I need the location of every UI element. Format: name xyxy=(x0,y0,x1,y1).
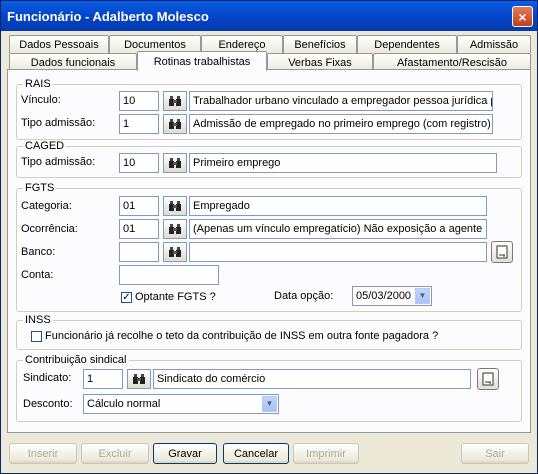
binoculars-icon xyxy=(169,224,181,234)
rais-tipo-admissao-search-button[interactable] xyxy=(163,114,187,134)
tab-dependentes[interactable]: Dependentes xyxy=(357,35,457,53)
binoculars-icon xyxy=(169,158,181,168)
document-icon xyxy=(496,245,508,259)
inss-teto-label: Funcionário já recolhe o teto da contrib… xyxy=(45,330,439,342)
rais-group-title: RAIS xyxy=(23,78,53,90)
binoculars-icon xyxy=(169,96,181,106)
ocorrencia-code-input[interactable]: 01 xyxy=(119,219,159,239)
window-title: Funcionário - Adalberto Molesco xyxy=(7,8,209,24)
tab-admissao[interactable]: Admissão xyxy=(457,35,531,53)
binoculars-icon xyxy=(133,374,145,384)
caged-tipo-admissao-search-button[interactable] xyxy=(163,153,187,173)
binoculars-icon xyxy=(169,119,181,129)
action-bar: Inserir Excluir Gravar Cancelar Imprimir… xyxy=(1,437,537,473)
sindicato-detail-button[interactable] xyxy=(477,368,499,390)
banco-code-input[interactable] xyxy=(119,242,159,262)
document-icon xyxy=(482,372,494,386)
optante-fgts-checkbox[interactable]: ✓ xyxy=(121,292,132,303)
chevron-down-icon[interactable]: ▼ xyxy=(262,396,277,412)
desconto-value: Cálculo normal xyxy=(87,398,161,410)
rais-tipo-admissao-label: Tipo admissão: xyxy=(21,117,96,129)
categoria-label: Categoria: xyxy=(21,200,72,212)
ocorrencia-label: Ocorrência: xyxy=(21,223,78,235)
data-opcao-input[interactable]: 05/03/2000 ▼ xyxy=(352,286,432,306)
contribuicao-sindical-group-title: Contribuição sindical xyxy=(23,354,129,366)
vinculo-code-input[interactable]: 10 xyxy=(119,91,159,111)
caged-tipo-admissao-description: Primeiro emprego xyxy=(189,153,497,173)
close-icon: × xyxy=(518,8,527,25)
inss-group-title: INSS xyxy=(23,314,53,326)
vinculo-label: Vínculo: xyxy=(21,94,61,106)
data-opcao-label: Data opção: xyxy=(274,290,334,302)
rais-tipo-admissao-code-input[interactable]: 1 xyxy=(119,114,159,134)
banco-search-button[interactable] xyxy=(163,242,187,262)
inserir-button[interactable]: Inserir xyxy=(9,443,77,464)
close-window-button[interactable]: × xyxy=(512,6,533,27)
tab-row-1: Dados Pessoais Documentos Endereço Benef… xyxy=(1,35,537,53)
fgts-group: FGTS Categoria: 01 Empregado Ocorrência:… xyxy=(16,182,522,312)
inss-group: INSS Funcionário já recolhe o teto da co… xyxy=(16,314,522,350)
desconto-select[interactable]: Cálculo normal ▼ xyxy=(83,394,279,414)
vinculo-description: Trabalhador urbano vinculado a empregado… xyxy=(189,91,493,111)
caged-tipo-admissao-code-input[interactable]: 10 xyxy=(119,153,159,173)
sindicato-code-input[interactable]: 1 xyxy=(83,369,123,389)
conta-label: Conta: xyxy=(21,269,54,281)
rais-group: RAIS Vínculo: 10 Trabalhador urbano vinc… xyxy=(16,78,522,140)
categoria-search-button[interactable] xyxy=(163,196,187,216)
title-bar: Funcionário - Adalberto Molesco × xyxy=(1,1,537,31)
categoria-code-input[interactable]: 01 xyxy=(119,196,159,216)
binoculars-icon xyxy=(169,201,181,211)
caged-group-title: CAGED xyxy=(23,140,67,152)
employee-window: Funcionário - Adalberto Molesco × Dados … xyxy=(0,0,538,474)
cancelar-button[interactable]: Cancelar xyxy=(223,443,289,464)
contribuicao-sindical-group: Contribuição sindical Sindicato: 1 Sindi… xyxy=(16,354,522,422)
inss-teto-checkbox[interactable] xyxy=(31,331,42,342)
tab-dados-pessoais[interactable]: Dados Pessoais xyxy=(9,35,109,53)
ocorrencia-description: (Apenas um vínculo empregatício) Não exp… xyxy=(189,219,487,239)
tab-panel: RAIS Vínculo: 10 Trabalhador urbano vinc… xyxy=(7,69,531,433)
caged-tipo-admissao-label: Tipo admissão: xyxy=(21,156,96,168)
sair-button[interactable]: Sair xyxy=(461,443,529,464)
vinculo-search-button[interactable] xyxy=(163,91,187,111)
sindicato-label: Sindicato: xyxy=(23,372,72,384)
rais-tipo-admissao-description: Admissão de empregado no primeiro empreg… xyxy=(189,114,493,134)
data-opcao-value: 05/03/2000 xyxy=(356,290,412,302)
tab-beneficios[interactable]: Benefícios xyxy=(283,35,357,53)
conta-input[interactable] xyxy=(119,265,219,285)
binoculars-icon xyxy=(169,247,181,257)
sindicato-description: Sindicato do comércio xyxy=(153,369,471,389)
sindicato-search-button[interactable] xyxy=(127,369,151,389)
banco-description xyxy=(189,242,487,262)
ocorrencia-search-button[interactable] xyxy=(163,219,187,239)
banco-detail-button[interactable] xyxy=(491,241,513,263)
gravar-button[interactable]: Gravar xyxy=(153,443,217,464)
desconto-label: Desconto: xyxy=(23,398,73,410)
imprimir-button[interactable]: Imprimir xyxy=(293,443,359,464)
tab-rotinas-trabalhistas[interactable]: Rotinas trabalhistas xyxy=(137,51,267,71)
chevron-down-icon[interactable]: ▼ xyxy=(415,288,430,304)
banco-label: Banco: xyxy=(21,246,56,258)
fgts-group-title: FGTS xyxy=(23,182,57,194)
optante-fgts-label: Optante FGTS ? xyxy=(135,291,216,303)
excluir-button[interactable]: Excluir xyxy=(81,443,149,464)
categoria-description: Empregado xyxy=(189,196,487,216)
caged-group: CAGED Tipo admissão: 10 Primeiro emprego xyxy=(16,140,522,178)
